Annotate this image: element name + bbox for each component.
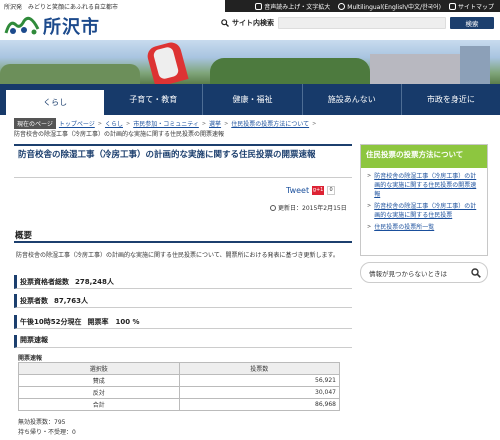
utility-bar: 音声読み上げ・文字拡大 Multilingual(English/中文/한국어)…	[225, 0, 500, 12]
nav-item-shisei[interactable]: 市政を身近に	[402, 84, 500, 115]
related-link[interactable]: 住民投票の投票所一覧	[374, 223, 434, 232]
city-emblem-icon	[4, 15, 40, 37]
cant-find-info-button[interactable]: 情報が見つからないときは	[360, 262, 488, 283]
hero-banner-image	[0, 40, 500, 84]
stat-count-rate: 午後10時52分現在 開票率 100 %	[14, 315, 352, 329]
breadcrumb-link[interactable]: トップページ	[59, 119, 95, 128]
breadcrumb-here-label: 現在のページ	[14, 118, 56, 129]
read-aloud-label: 音声読み上げ・文字拡大	[264, 3, 331, 11]
related-links-box: 住民投票の投票方法について > 防音校舎の除湿工事（冷房工事）の計画的な実施に関す…	[360, 144, 488, 256]
results-table: 選択肢 投票数 賛成 56,921 反対 30,047 合計 86,968	[18, 362, 340, 411]
breadcrumb-link[interactable]: 選挙	[209, 119, 221, 128]
updated-date: 更新日：2015年2月15日	[270, 203, 347, 212]
global-nav: くらし 子育て・教育 健康・福祉 施設あんない 市政を身近に	[0, 84, 500, 115]
search-label-text: サイト内検索	[232, 19, 274, 27]
page-title: 防音校舎の除湿工事（冷房工事）の計画的な実施に関する住民投票の開票速報	[18, 150, 316, 160]
read-aloud-link[interactable]: 音声読み上げ・文字拡大	[255, 2, 330, 11]
table-header-row: 選択肢 投票数	[18, 362, 340, 375]
site-header: 所沢発 みどりと笑顔にあふれる自立都市 所沢市 音声読み上げ・文字拡大 Mult…	[0, 0, 500, 40]
related-links-list: > 防音校舎の除湿工事（冷房工事）の計画的な実施に関する住民投票の開票速報 > 防音…	[361, 168, 487, 239]
chevron-right-icon: >	[367, 224, 372, 230]
updated-date-text: 更新日：2015年2月15日	[278, 205, 347, 212]
stat-value: 278,248人	[75, 277, 114, 286]
column-header-votes: 投票数	[178, 362, 340, 375]
results-heading: 開票速報	[14, 335, 352, 348]
nav-item-shisetsu[interactable]: 施設あんない	[303, 84, 402, 115]
stat-label: 投票者数	[20, 296, 48, 305]
choice-cell: 合計	[18, 398, 180, 411]
breadcrumb: 現在のページ トップページ > くらし > 市民参加・コミュニティ > 選挙 >…	[14, 118, 316, 129]
column-header-choice: 選択肢	[18, 362, 180, 375]
stat-value: 開票率 100 %	[87, 317, 140, 326]
search-icon	[221, 19, 229, 27]
related-link[interactable]: 防音校舎の除湿工事（冷房工事）の計画的な実施に関する住民投票	[374, 202, 481, 220]
sitemap-link[interactable]: サイトマップ	[448, 2, 494, 11]
invalid-votes-note: 無効投票数：795	[18, 419, 66, 426]
globe-icon	[338, 2, 346, 10]
site-logo[interactable]: 所沢市	[4, 13, 100, 39]
choice-cell: 反対	[18, 386, 180, 399]
sitemap-icon	[448, 2, 456, 10]
search-label: サイト内検索	[221, 18, 274, 28]
logo-text: 所沢市	[43, 17, 100, 38]
votes-cell: 86,968	[178, 398, 340, 411]
chevron-right-icon: >	[367, 173, 372, 179]
nav-item-kosodate[interactable]: 子育て・教育	[104, 84, 204, 115]
stat-voters: 投票者数 87,763人	[14, 294, 352, 308]
chevron-right-icon: >	[126, 120, 131, 127]
list-item: > 防音校舎の除湿工事（冷房工事）の計画的な実施に関する住民投票	[367, 202, 481, 220]
choice-cell: 賛成	[18, 374, 180, 387]
search-icon	[471, 267, 481, 278]
chevron-right-icon: >	[312, 120, 317, 127]
related-links-heading: 住民投票の投票方法について	[361, 145, 487, 168]
table-row: 賛成 56,921	[18, 374, 340, 387]
chevron-right-icon: >	[201, 120, 207, 127]
overview-heading: 概要	[14, 229, 352, 243]
overview-text: 防音校舎の除湿工事（冷房工事）の計画的な実施に関する住民投票について、開票所にお…	[16, 252, 339, 259]
social-buttons: Tweet g+1 0	[286, 186, 336, 195]
stat-value: 87,763人	[54, 296, 89, 305]
cant-find-info-label: 情報が見つからないときは	[369, 269, 447, 278]
breadcrumb-link[interactable]: 住民投票の投票方法について	[231, 119, 309, 128]
nav-item-kurashi[interactable]: くらし	[6, 87, 105, 115]
unreturned-votes-note: 持ち帰り・不受理：0	[18, 429, 76, 436]
votes-cell: 30,047	[178, 386, 340, 399]
table-caption: 開票速報	[18, 355, 43, 362]
share-count: 0	[327, 186, 336, 195]
chevron-right-icon: >	[224, 120, 229, 127]
multilingual-label: Multilingual(English/中文/한국어)	[347, 3, 441, 11]
stat-eligible-voters: 投票資格者総数 278,248人	[14, 275, 352, 289]
stat-label: 午後10時52分現在	[20, 317, 82, 326]
nav-item-kenko[interactable]: 健康・福祉	[203, 84, 303, 115]
search-input[interactable]	[278, 17, 446, 29]
chevron-right-icon: >	[367, 203, 372, 209]
google-plus-button[interactable]: g+1	[312, 186, 325, 195]
site-search: サイト内検索 検索	[221, 17, 494, 29]
list-item: > 住民投票の投票所一覧	[367, 223, 481, 232]
related-link[interactable]: 防音校舎の除湿工事（冷房工事）の計画的な実施に関する住民投票の開票速報	[374, 172, 481, 199]
speaker-icon	[255, 2, 263, 10]
table-row: 反対 30,047	[18, 386, 340, 399]
multilingual-link[interactable]: Multilingual(English/中文/한국어)	[338, 2, 441, 11]
list-item: > 防音校舎の除湿工事（冷房工事）の計画的な実施に関する住民投票の開票速報	[367, 172, 481, 199]
site-tagline: 所沢発 みどりと笑顔にあふれる自立都市	[4, 4, 119, 11]
search-button[interactable]: 検索	[450, 17, 494, 29]
page-title-box: 防音校舎の除湿工事（冷房工事）の計画的な実施に関する住民投票の開票速報	[14, 144, 352, 178]
stat-label: 投票資格者総数	[20, 277, 69, 286]
breadcrumb-link[interactable]: くらし	[105, 119, 123, 128]
breadcrumb-current: 防音校舎の除湿工事（冷房工事）の計画的な実施に関する住民投票の開票速報	[14, 131, 225, 138]
breadcrumb-link[interactable]: 市民参加・コミュニティ	[133, 119, 199, 128]
sitemap-label: サイトマップ	[457, 3, 494, 11]
table-row: 合計 86,968	[18, 398, 340, 411]
clock-icon	[270, 204, 276, 211]
tweet-button[interactable]: Tweet	[286, 186, 309, 195]
chevron-right-icon: >	[97, 120, 102, 127]
votes-cell: 56,921	[178, 374, 340, 387]
